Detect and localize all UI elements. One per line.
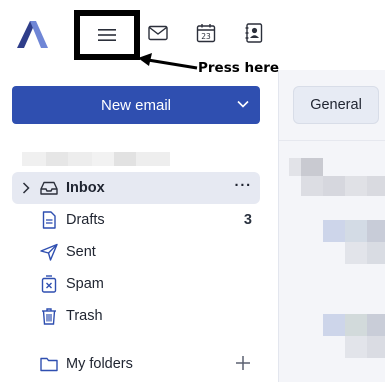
calendar-button[interactable]: 23 [193, 20, 219, 46]
sidebar-item-sent[interactable]: Sent [12, 236, 260, 268]
paper-plane-icon [40, 243, 58, 261]
divider [279, 140, 385, 141]
menu-button-highlight[interactable] [74, 10, 140, 60]
calendar-icon: 23 [196, 24, 216, 43]
unread-count-badge: 3 [243, 212, 252, 228]
inbox-icon [40, 181, 58, 195]
contacts-icon [245, 23, 263, 43]
tab-general-label: General [310, 97, 362, 113]
calendar-day-text: 23 [201, 32, 211, 41]
mail-icon [148, 25, 168, 41]
add-folder-icon[interactable] [234, 354, 252, 372]
sidebar-item-label: Inbox [66, 180, 105, 196]
hamburger-menu-icon[interactable] [98, 28, 116, 42]
folder-icon [40, 357, 58, 372]
my-folders-label: My folders [66, 356, 133, 372]
top-bar: 23 [0, 0, 385, 70]
draft-file-icon [42, 211, 56, 229]
my-folders-section[interactable]: My folders [12, 348, 260, 380]
annotation-label: Press here [198, 60, 280, 76]
new-email-button[interactable]: New email [12, 86, 260, 124]
trash-icon [42, 308, 56, 325]
mail-app-window: 23 New email Inbox ··· Drafts 3 Sent Spa… [0, 0, 385, 382]
sidebar-item-label: Spam [66, 276, 104, 292]
sidebar-item-trash[interactable]: Trash [12, 300, 260, 332]
new-email-label: New email [100, 96, 172, 114]
sidebar-item-drafts[interactable]: Drafts 3 [12, 204, 260, 236]
message-list-pane: General [278, 70, 385, 382]
mail-button[interactable] [145, 20, 171, 46]
sidebar-item-label: Drafts [66, 212, 105, 228]
spam-icon [41, 275, 57, 293]
sidebar-item-inbox[interactable]: Inbox ··· [12, 172, 260, 204]
chevron-down-icon[interactable] [236, 97, 250, 111]
tab-general[interactable]: General [293, 86, 379, 124]
contacts-button[interactable] [241, 20, 267, 46]
more-options-icon[interactable]: ··· [235, 178, 253, 194]
sidebar-item-label: Trash [66, 308, 103, 324]
sidebar-item-spam[interactable]: Spam [12, 268, 260, 300]
app-logo[interactable] [14, 18, 50, 50]
chevron-right-icon[interactable] [22, 182, 30, 194]
folder-nav: Inbox ··· Drafts 3 Sent Spam Trash [12, 172, 260, 332]
sidebar-item-label: Sent [66, 244, 96, 260]
sidebar: New email Inbox ··· Drafts 3 Sent Spam T… [0, 70, 280, 382]
